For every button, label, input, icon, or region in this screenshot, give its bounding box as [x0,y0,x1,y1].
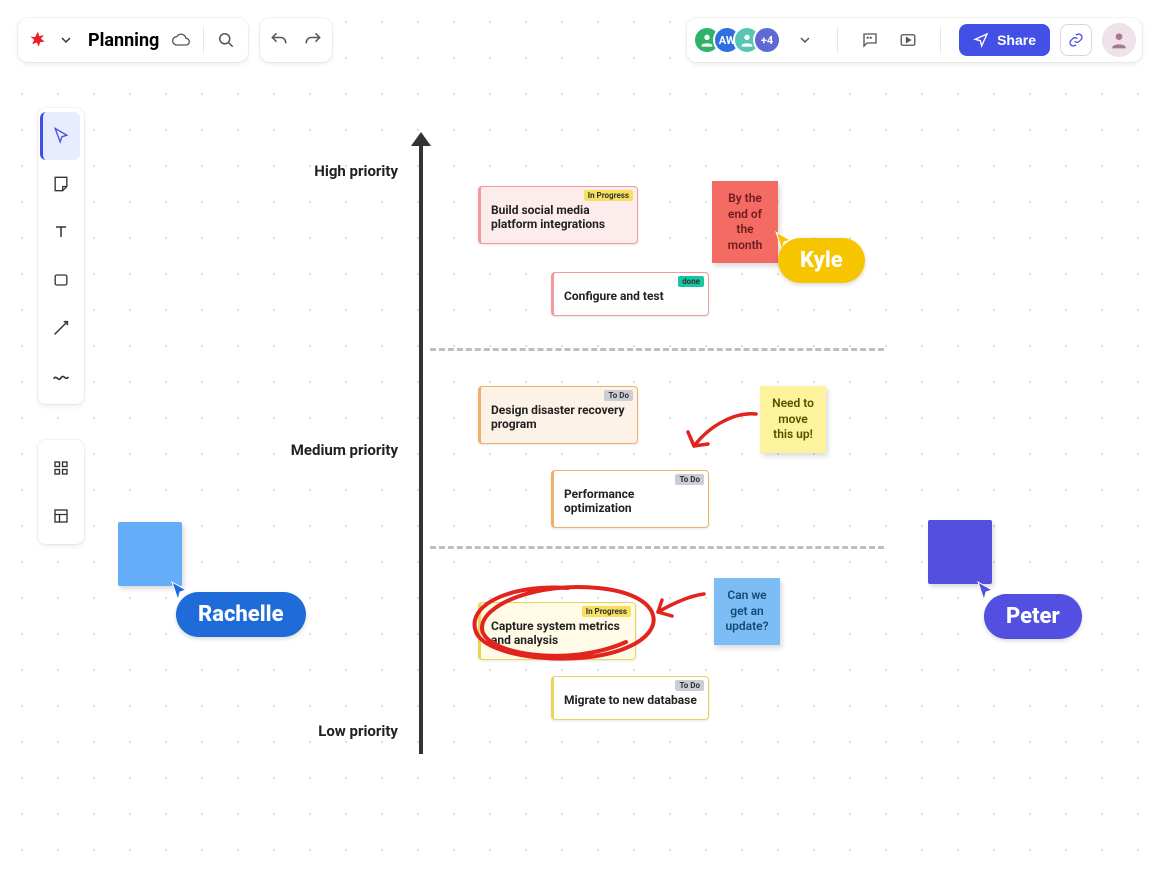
label-low-priority: Low priority [258,722,398,740]
task-card-status-tag: In Progress [584,190,633,201]
task-card-text: Capture system metrics and analysis [491,613,625,647]
priority-axis [419,140,423,754]
task-card-text: Build social media platform integrations [491,197,627,231]
sticky-note-moveup[interactable]: Need to move this up! [760,386,826,453]
label-high-priority: High priority [258,162,398,180]
collaborator-name-pill: Rachelle [176,592,306,637]
label-medium-priority: Medium priority [258,441,398,459]
collaborator-selection [928,520,992,584]
task-card-status-tag: To Do [604,390,633,401]
section-divider [430,546,884,549]
task-card-social[interactable]: In ProgressBuild social media platform i… [478,186,638,244]
task-card-migrate[interactable]: To DoMigrate to new database [551,676,709,720]
task-card-metrics[interactable]: In ProgressCapture system metrics and an… [478,602,636,660]
task-card-configure[interactable]: doneConfigure and test [551,272,709,316]
task-card-disaster[interactable]: To DoDesign disaster recovery program [478,386,638,444]
annotation-arrow-icon [676,402,766,462]
section-divider [430,348,884,351]
task-card-text: Design disaster recovery program [491,397,627,431]
collaborator-name-pill: Kyle [778,238,865,283]
task-card-status-tag: To Do [675,474,704,485]
task-card-perf[interactable]: To DoPerformance optimization [551,470,709,528]
collaborator-selection [118,522,182,586]
sticky-note-update[interactable]: Can we get an update? [714,578,780,645]
task-card-status-tag: done [678,276,704,287]
priority-axis-arrow-icon [411,132,431,146]
collaborator-name-pill: Peter [984,594,1082,639]
task-card-status-tag: In Progress [582,606,631,617]
sticky-note-month[interactable]: By the end of the month [712,181,778,263]
task-card-text: Performance optimization [564,481,698,515]
task-card-status-tag: To Do [675,680,704,691]
